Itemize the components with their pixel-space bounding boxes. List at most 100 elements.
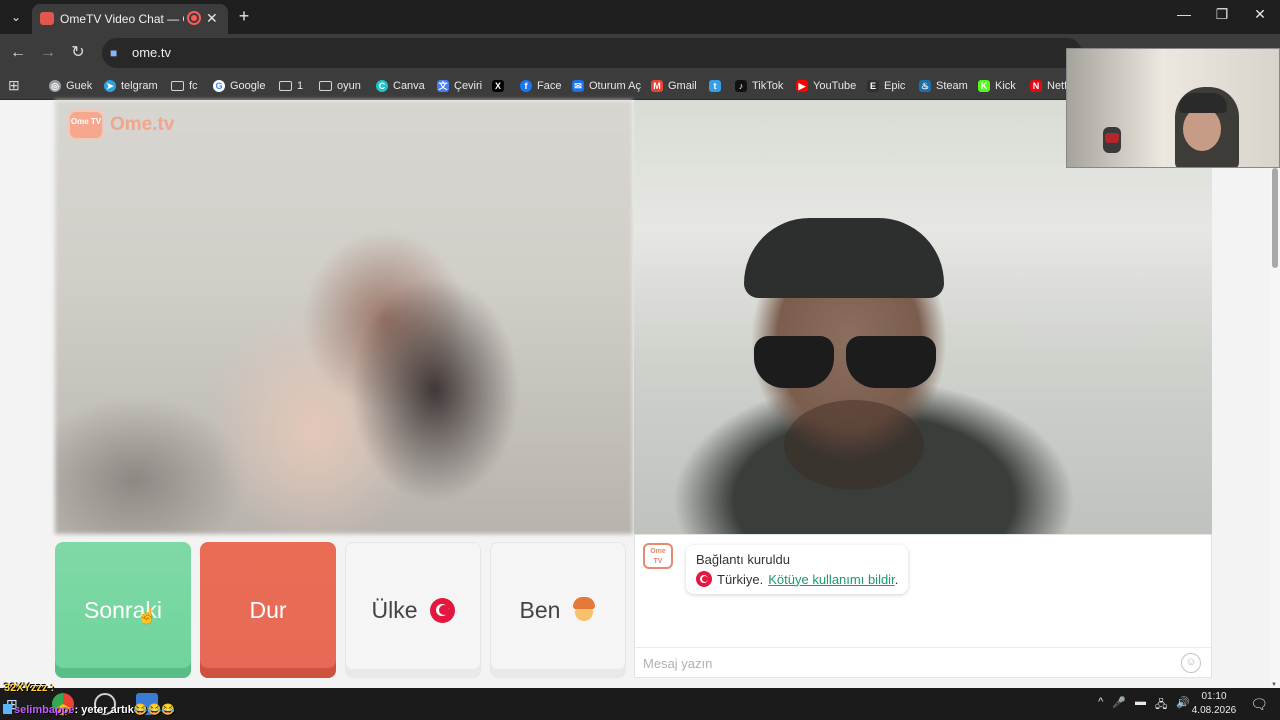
country-button-label: Ülke — [371, 596, 418, 623]
network-icon[interactable]: 🖧 — [1155, 696, 1167, 715]
epic-icon: E — [867, 80, 879, 92]
my-video-beard — [784, 400, 924, 490]
gmail-icon: M — [651, 80, 663, 92]
apps-grid-icon[interactable]: ⊞ — [8, 77, 24, 93]
report-abuse-link[interactable]: Kötüye kullanımı bildir — [768, 572, 894, 587]
ometv-logo[interactable]: Ome TV Ome.tv — [68, 108, 174, 142]
bookmark-fc[interactable]: fc — [171, 76, 198, 96]
bookmark-1[interactable]: 1 — [279, 76, 303, 96]
bookmark-google[interactable]: G Google — [213, 76, 265, 96]
connection-status-text: Bağlantı kuruldu — [696, 552, 790, 567]
recording-indicator-icon — [187, 11, 201, 25]
steam-icon: ♨ — [919, 80, 931, 92]
bookmark-label: fc — [189, 80, 198, 92]
youtube-icon: ▶ — [796, 80, 808, 92]
netflix-icon: N — [1030, 80, 1042, 92]
bookmark-steam[interactable]: ♨ Steam — [919, 76, 968, 96]
bookmark-label: YouTube — [813, 80, 857, 92]
scroll-thumb[interactable] — [1272, 168, 1278, 268]
tab-close-button[interactable]: ✕ — [206, 10, 218, 27]
bookmark-x[interactable]: X — [492, 76, 504, 96]
chat-panel: Ome TV Bağlantı kuruldu Türkiye. Kötüye … — [634, 534, 1212, 678]
streamer-webcam-overlay — [1066, 48, 1280, 168]
ometv-favicon-icon — [40, 12, 54, 25]
chat-badge-icon — [3, 704, 12, 714]
microphone-accent — [1105, 133, 1119, 143]
bookmark-oturum-aç[interactable]: ✉ Oturum Aç — [572, 76, 641, 96]
window-close-button[interactable]: ✕ — [1248, 6, 1272, 23]
webcam-face — [1183, 107, 1221, 151]
bookmark-tiktok[interactable]: ♪ TikTok — [735, 76, 783, 96]
bookmark-tumblr[interactable]: t — [709, 76, 721, 96]
globe-icon: ◎ — [49, 80, 61, 92]
chat-input-row: ☺ — [635, 647, 1211, 677]
folder-icon — [279, 81, 292, 91]
bookmark-oyun[interactable]: oyun — [319, 76, 361, 96]
bookmark-label: Gmail — [668, 80, 697, 92]
translate-icon: 文 — [437, 80, 449, 92]
bookmark-epic[interactable]: E Epic — [867, 76, 905, 96]
ometv-page: Ome TV Ome.tv Sonraki Dur Ülke ★ Ben ☝ O… — [0, 100, 1270, 688]
new-tab-button[interactable]: + — [236, 6, 252, 27]
emoji-icon[interactable]: ☺ — [1181, 653, 1201, 673]
chat-country-text: Türkiye. — [717, 571, 764, 587]
tiktok-icon: ♪ — [735, 80, 747, 92]
bookmark-gmail[interactable]: M Gmail — [651, 76, 697, 96]
telegram-icon: ➤ — [104, 80, 116, 92]
bookmark-canva[interactable]: C Canva — [376, 76, 425, 96]
google-icon: G — [213, 80, 225, 92]
clock-time: 01:10 — [1201, 691, 1227, 702]
tab-search-chevron-icon[interactable]: ⌄ — [6, 8, 26, 26]
bookmark-youtube[interactable]: ▶ YouTube — [796, 76, 856, 96]
message-input[interactable] — [643, 653, 1163, 673]
bookmark-label: Kick — [995, 80, 1016, 92]
bookmark-face[interactable]: f Face — [520, 76, 561, 96]
bookmark-label: Canva — [393, 80, 425, 92]
hand-cursor-icon: ☝ — [137, 608, 157, 625]
back-button[interactable]: ← — [8, 43, 28, 63]
maximize-button[interactable]: ❐ — [1210, 6, 1234, 23]
tumblr-icon: t — [709, 80, 721, 92]
my-video-glasses-left — [754, 336, 834, 388]
address-bar[interactable]: ■ ome.tv — [102, 38, 1082, 68]
me-button[interactable]: Ben — [490, 542, 626, 678]
bookmark-çeviri[interactable]: 文 Çeviri — [437, 76, 482, 96]
windows-taskbar: ⊞ ^🎤▬🖧🔊 01:10 4.08.2026 🗨 — [0, 688, 1280, 720]
show-hidden-icons-icon[interactable]: ^ — [1098, 696, 1103, 715]
notification-icon[interactable]: 🗨 — [1250, 696, 1268, 713]
reload-button[interactable]: ↻ — [68, 43, 88, 63]
stream-chat-user: selimbappe — [14, 704, 75, 716]
kick-icon: K — [978, 80, 990, 92]
facebook-icon: f — [520, 80, 532, 92]
stream-overlay-name: 32XYzzz : — [4, 682, 55, 694]
video-site-icon: ■ — [110, 46, 118, 60]
mail-icon: ✉ — [572, 80, 584, 92]
next-button[interactable]: Sonraki — [55, 542, 191, 678]
tab-title: OmeTV Video Chat — Ome — [60, 12, 184, 26]
bookmark-label: 1 — [297, 80, 304, 92]
stop-button[interactable]: Dur — [200, 542, 336, 678]
stream-chat-message: : yeter artık😂😂😂 — [74, 704, 175, 716]
webcam-cap — [1179, 93, 1227, 113]
page-scrollbar[interactable]: ▲ ▼ — [1270, 100, 1280, 688]
country-button[interactable]: Ülke ★ — [345, 542, 481, 678]
stop-button-label: Dur — [249, 596, 287, 623]
battery-icon[interactable]: ▬ — [1135, 696, 1146, 715]
bookmark-label: telgram — [121, 80, 158, 92]
microphone-tray-icon[interactable]: 🎤 — [1112, 696, 1126, 715]
bookmark-kick[interactable]: K Kick — [978, 76, 1016, 96]
tab-ometv[interactable]: OmeTV Video Chat — Ome ✕ — [32, 4, 228, 34]
clock-date: 4.08.2026 — [1191, 705, 1237, 716]
stream-overlay-chat: selimbappe: yeter artık😂😂😂 — [14, 703, 175, 716]
bookmark-guek[interactable]: ◎ Guek — [49, 76, 92, 96]
system-tray: ^ 🎤 ▬ 🖧 🔊 — [1098, 696, 1190, 715]
forward-button[interactable]: → — [38, 43, 58, 63]
taskbar-clock[interactable]: 01:10 4.08.2026 — [1186, 690, 1242, 718]
my-video-cap — [744, 218, 944, 298]
minimize-button[interactable]: — — [1172, 6, 1196, 22]
bookmark-netfl[interactable]: N Netfl — [1030, 76, 1070, 96]
folder-icon — [171, 81, 184, 91]
bookmark-label: Face — [537, 80, 562, 92]
boy-avatar-icon — [572, 597, 596, 623]
bookmark-telgram[interactable]: ➤ telgram — [104, 76, 158, 96]
